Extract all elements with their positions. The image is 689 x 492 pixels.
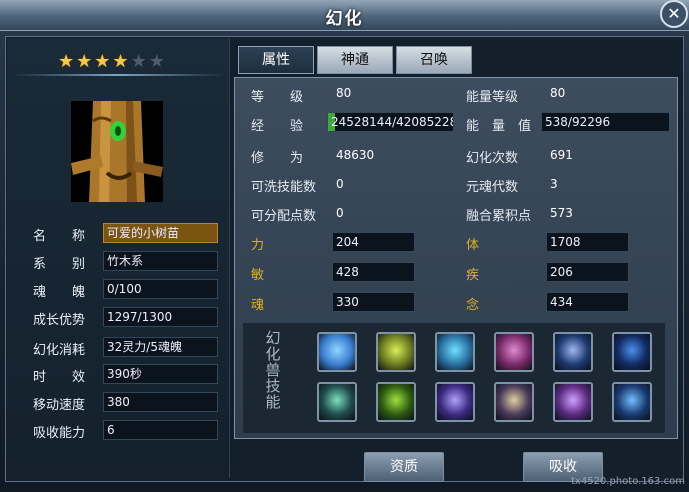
title-bar: 幻化 (0, 0, 689, 31)
skill-icon[interactable] (553, 332, 593, 372)
skill-icon[interactable] (494, 382, 534, 422)
skill-icon[interactable] (376, 382, 416, 422)
star-filled-icon: ★ (94, 51, 113, 72)
aptitude-button[interactable]: 资质 (364, 452, 444, 482)
skill-icon[interactable] (553, 382, 593, 422)
transform-count-value: 691 (550, 148, 573, 162)
pet-field-label: 成长优势 (33, 313, 86, 328)
tab-summon[interactable]: 召唤 (396, 46, 472, 74)
assignable-value: 0 (336, 206, 344, 220)
star-filled-icon: ★ (58, 51, 77, 72)
skill-icon[interactable] (612, 332, 652, 372)
soul-gen-label: 元魂代数 (466, 180, 519, 195)
star-rating: ★★★★★★ (58, 51, 167, 72)
pet-field-row: 名 称 可爱的小树苗 (33, 223, 218, 244)
fusion-value: 573 (550, 206, 573, 220)
skills-title: 幻化兽技能 (265, 329, 281, 411)
exp-label: 经 验 (251, 119, 304, 134)
pet-field-value: 0/100 (103, 279, 218, 299)
pet-field-row: 魂 魄 0/100 (33, 279, 218, 300)
level-label: 等 级 (251, 90, 304, 105)
pet-field-label: 名 称 (33, 229, 86, 244)
energy-level-value: 80 (550, 86, 566, 100)
stat-value-speed: 206 (546, 262, 629, 282)
stat-value-strength: 204 (332, 232, 415, 252)
stat-value-agility: 428 (332, 262, 415, 282)
stat-value-constitution: 1708 (546, 232, 629, 252)
star-filled-icon: ★ (76, 51, 95, 72)
stat-value-mind: 434 (546, 292, 629, 312)
pet-field-label: 时 效 (33, 370, 86, 385)
washable-value: 0 (336, 177, 344, 191)
divider (12, 74, 224, 76)
stat-label-constitution: 体 (466, 238, 480, 253)
stat-label-strength: 力 (251, 238, 265, 253)
pet-field-value: 390秒 (103, 364, 218, 384)
pet-field-row: 移动速度 380 (33, 392, 218, 413)
star-empty-icon: ★ (130, 51, 149, 72)
star-filled-icon: ★ (112, 51, 131, 72)
fusion-label: 融合累积点 (466, 209, 532, 224)
pet-field-row: 系 别 竹木系 (33, 251, 218, 272)
transform-count-label: 幻化次数 (466, 151, 519, 166)
assignable-label: 可分配点数 (251, 209, 317, 224)
stat-label-soul: 魂 (251, 298, 265, 313)
pet-field-value: 6 (103, 420, 218, 440)
cultivation-value: 48630 (336, 148, 375, 162)
exp-value: 24528144/420852288 (331, 115, 454, 129)
pet-field-label: 移动速度 (33, 398, 86, 413)
skill-icon[interactable] (317, 382, 357, 422)
tree-spirit-image (71, 101, 163, 202)
tab-attributes[interactable]: 属性 (238, 46, 314, 74)
washable-label: 可洗技能数 (251, 180, 317, 195)
watermark: tx4520.photo.163.com (571, 476, 685, 487)
pet-field-value: 380 (103, 392, 218, 412)
stat-label-agility: 敏 (251, 268, 265, 283)
pet-field-label: 吸收能力 (33, 426, 86, 441)
energy-level-label: 能量等级 (466, 90, 519, 105)
pet-field-label: 幻化消耗 (33, 343, 86, 358)
transform-window: 幻化 ✕ ★★★★★★ 名 称可爱的小树苗系 别竹木系魂 魄 0/100 成长优势 1… (0, 0, 689, 492)
cultivation-label: 修 为 (251, 151, 304, 166)
pet-name-field[interactable]: 可爱的小树苗 (103, 223, 218, 243)
stat-label-speed: 疾 (466, 268, 480, 283)
pet-field-row: 幻化消耗 32灵力/5魂魄 (33, 337, 218, 358)
skill-icon[interactable] (376, 332, 416, 372)
skill-icon[interactable] (435, 382, 475, 422)
pet-field-row: 成长优势 1297/1300 (33, 307, 218, 328)
star-empty-icon: ★ (148, 51, 167, 72)
pet-field-value: 1297/1300 (103, 307, 218, 327)
pet-field-value: 32灵力/5魂魄 (103, 337, 218, 357)
tab-skills[interactable]: 神通 (317, 46, 393, 74)
pet-portrait (71, 101, 163, 202)
energy-label: 能 量 值 (466, 119, 532, 134)
level-value: 80 (336, 86, 352, 100)
skill-icon[interactable] (317, 332, 357, 372)
skill-icon[interactable] (612, 382, 652, 422)
pet-field-row: 吸收能力 6 (33, 420, 218, 441)
close-button[interactable]: ✕ (660, 0, 688, 28)
skill-icon[interactable] (494, 332, 534, 372)
pet-field-value: 竹木系 (103, 251, 218, 271)
window-title: 幻化 (325, 9, 364, 29)
stat-value-soul: 330 (332, 292, 415, 312)
pet-field-row: 时 效 390秒 (33, 364, 218, 385)
exp-bar: 24528144/420852288 (327, 112, 454, 132)
stat-label-mind: 念 (466, 298, 480, 313)
pet-field-label: 魂 魄 (33, 285, 86, 300)
soul-gen-value: 3 (550, 177, 558, 191)
skill-icon[interactable] (435, 332, 475, 372)
pet-field-label: 系 别 (33, 257, 86, 272)
energy-value: 538/92296 (541, 112, 670, 132)
